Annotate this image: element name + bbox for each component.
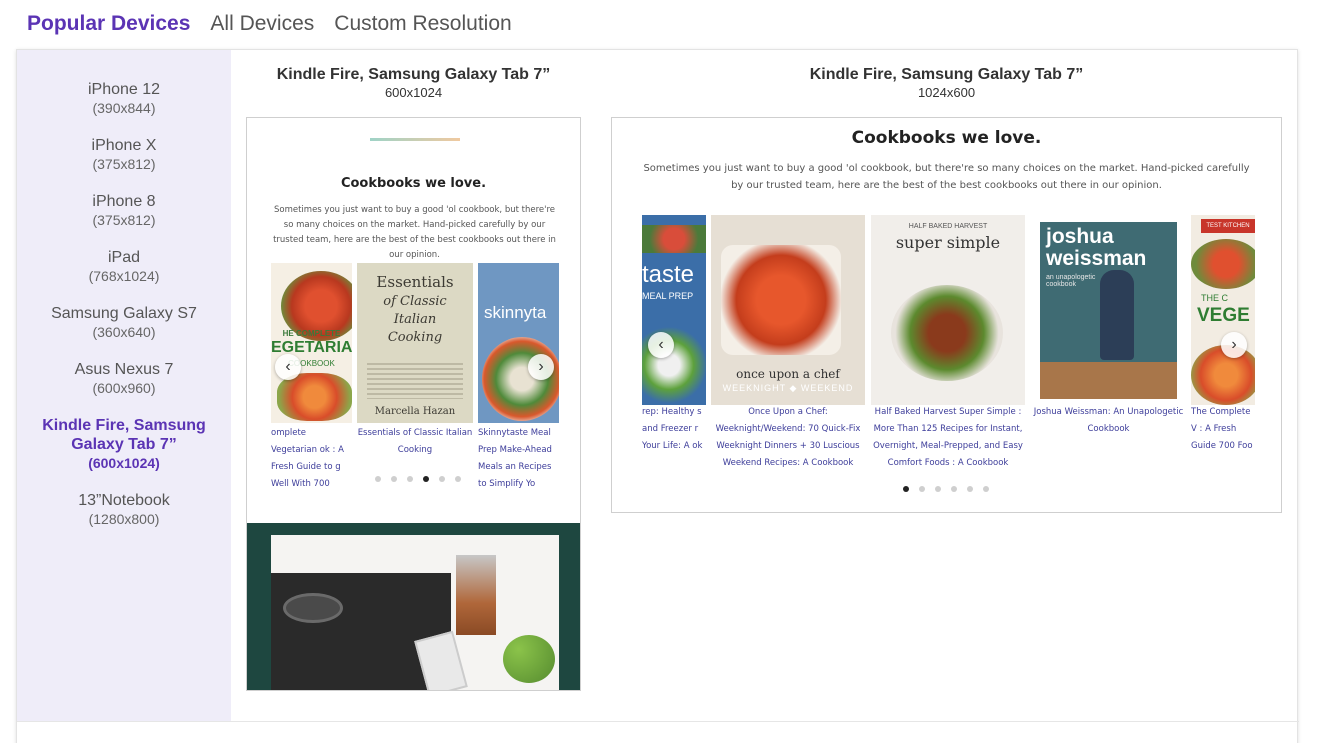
cover-title: Essentials xyxy=(376,273,454,291)
device-name: iPhone 8 xyxy=(92,193,156,210)
cookbooks-heading: Cookbooks we love. xyxy=(851,128,1042,148)
cover-title: skinnyta xyxy=(484,303,547,322)
book-caption-link[interactable]: rep: Healthy s and Freezer r Your Life: … xyxy=(642,404,706,455)
kitchen-photo xyxy=(271,535,559,690)
cover-title: once upon a chef xyxy=(736,367,840,381)
carousel-dot-active[interactable] xyxy=(903,486,909,492)
carousel-next-button[interactable]: › xyxy=(528,354,554,380)
chevron-right-icon: › xyxy=(1231,336,1237,353)
device-item-samsung-galaxy-s7[interactable]: Samsung Galaxy S7 (360x640) xyxy=(17,304,231,341)
book-cover[interactable]: HALF BAKED HARVEST super simple xyxy=(871,215,1025,405)
frame-resolution: 1024x600 xyxy=(917,85,976,100)
cover-author: Marcella Hazan xyxy=(374,406,456,417)
book-cover[interactable]: once upon a chef WEEKNIGHT ◆ WEEKEND xyxy=(711,215,865,405)
device-resolution: (360x640) xyxy=(92,324,156,340)
device-name: Asus Nexus 7 xyxy=(74,361,174,378)
carousel-dot[interactable] xyxy=(967,486,973,492)
device-item-iphone-8[interactable]: iPhone 8 (375x812) xyxy=(17,192,231,229)
device-item-ipad[interactable]: iPad (768x1024) xyxy=(17,248,231,285)
cookbooks-heading: Cookbooks we love. xyxy=(340,176,487,191)
device-resolution: (390x844) xyxy=(92,100,156,116)
device-name: iPhone X xyxy=(91,137,157,154)
device-resolution: (768x1024) xyxy=(88,268,160,284)
cover-title: VEGE xyxy=(1197,305,1250,326)
cover-sub: MEAL PREP xyxy=(642,291,694,301)
hero-section xyxy=(247,523,580,690)
chevron-left-icon: ‹ xyxy=(285,358,291,375)
book-caption-link[interactable]: The Complete V : A Fresh Guide 700 Foo xyxy=(1191,404,1255,455)
cover-text: HALF BAKED HARVEST xyxy=(908,223,988,230)
book-cover[interactable]: TEST KITCHEN THE C VEGE xyxy=(1191,215,1255,405)
device-name: Kindle Fire, Samsung Galaxy Tab 7” xyxy=(42,417,206,453)
book-cover[interactable]: skinnyta xyxy=(478,263,559,423)
carousel-pagination xyxy=(375,476,461,482)
book-cover[interactable]: HE COMPLETE EGETARIAN COOKBOOK xyxy=(271,263,352,423)
device-name: iPad xyxy=(107,249,141,266)
frame-device-name: Kindle Fire, Samsung Galaxy Tab 7” xyxy=(276,66,551,83)
carousel-dot[interactable] xyxy=(439,476,445,482)
device-name: Samsung Galaxy S7 xyxy=(51,305,197,322)
book-caption-link[interactable]: Skinnytaste Meal Prep Make-Ahead Meals a… xyxy=(478,425,559,493)
device-item-iphone-12[interactable]: iPhone 12 (390x844) xyxy=(17,80,231,117)
book-caption-link[interactable]: omplete Vegetarian ok : A Fresh Guide to… xyxy=(271,425,352,493)
book-cover[interactable]: taste MEAL PREP xyxy=(642,215,706,405)
device-resolution: (600x1024) xyxy=(88,455,160,471)
book-cover[interactable]: joshua weissman an unapologetic cookbook xyxy=(1040,222,1177,399)
carousel-dot[interactable] xyxy=(407,476,413,482)
carousel-prev-button[interactable]: ‹ xyxy=(275,354,301,380)
carousel-dot[interactable] xyxy=(375,476,381,482)
carousel-dot-active[interactable] xyxy=(423,476,429,482)
portrait-preview-frame[interactable]: Cookbooks we love. Sometimes you just wa… xyxy=(246,117,581,691)
book-caption-link[interactable]: Once Upon a Chef: Weeknight/Weekend: 70 … xyxy=(711,404,865,472)
carousel-dot[interactable] xyxy=(935,486,941,492)
frame-device-name: Kindle Fire, Samsung Galaxy Tab 7” xyxy=(809,66,1084,83)
device-item-kindle-fire[interactable]: Kindle Fire, Samsung Galaxy Tab 7” (600x… xyxy=(17,416,231,472)
carousel-dot[interactable] xyxy=(391,476,397,482)
book-caption-link[interactable]: Essentials of Classic Italian Cooking xyxy=(357,425,473,459)
device-resolution: (375x812) xyxy=(92,156,156,172)
device-resolution: (1280x800) xyxy=(88,511,160,527)
chevron-left-icon: ‹ xyxy=(658,336,664,353)
book-cover[interactable]: Essentials of Classic Italian Cooking Ma… xyxy=(357,263,473,423)
cover-subtitle: of Classic Italian Cooking xyxy=(383,294,447,345)
tab-popular-devices[interactable]: Popular Devices xyxy=(27,12,190,36)
device-name: 13”Notebook xyxy=(78,492,170,509)
preview-panel: iPhone 12 (390x844) iPhone X (375x812) i… xyxy=(16,49,1299,743)
cover-sub: THE C xyxy=(1201,293,1228,303)
carousel-dot[interactable] xyxy=(983,486,989,492)
device-item-asus-nexus-7[interactable]: Asus Nexus 7 (600x960) xyxy=(17,360,231,397)
carousel-dot[interactable] xyxy=(455,476,461,482)
book-caption-link[interactable]: Joshua Weissman: An Unapologetic Cookboo… xyxy=(1030,404,1187,438)
book-caption-link[interactable]: Half Baked Harvest Super Simple : More T… xyxy=(871,404,1025,472)
tab-all-devices[interactable]: All Devices xyxy=(210,12,314,36)
cover-title: super simple xyxy=(895,233,1001,252)
cover-title: taste xyxy=(642,261,695,288)
cookbooks-description: Sometimes you just want to buy a good 'o… xyxy=(643,163,1250,191)
panel-divider xyxy=(17,721,1299,722)
portrait-frame-title: Kindle Fire, Samsung Galaxy Tab 7” 600x1… xyxy=(246,65,581,101)
device-resolution: (600x960) xyxy=(92,380,156,396)
chevron-right-icon: › xyxy=(538,358,544,375)
carousel-dot[interactable] xyxy=(951,486,957,492)
cover-sub: WEEKNIGHT ◆ WEEKEND xyxy=(722,383,854,393)
tab-custom-resolution[interactable]: Custom Resolution xyxy=(334,12,511,36)
cover-badge: TEST KITCHEN xyxy=(1201,219,1255,233)
landscape-frame-title: Kindle Fire, Samsung Galaxy Tab 7” 1024x… xyxy=(611,65,1282,101)
device-name: iPhone 12 xyxy=(87,81,161,98)
device-item-13-notebook[interactable]: 13”Notebook (1280x800) xyxy=(17,491,231,528)
device-tabs: Popular Devices All Devices Custom Resol… xyxy=(27,12,512,36)
carousel-dot[interactable] xyxy=(919,486,925,492)
cover-text: HE COMPLETE xyxy=(282,329,341,338)
device-resolution: (375x812) xyxy=(92,212,156,228)
cookbooks-description: Sometimes you just want to buy a good 'o… xyxy=(273,205,556,260)
accent-divider xyxy=(370,138,460,141)
device-item-iphone-x[interactable]: iPhone X (375x812) xyxy=(17,136,231,173)
carousel-next-button[interactable]: › xyxy=(1221,332,1247,358)
carousel-pagination xyxy=(903,486,989,492)
device-sidebar: iPhone 12 (390x844) iPhone X (375x812) i… xyxy=(17,50,231,721)
carousel-prev-button[interactable]: ‹ xyxy=(648,332,674,358)
frame-resolution: 600x1024 xyxy=(384,85,443,100)
landscape-preview-frame[interactable]: Cookbooks we love. Sometimes you just wa… xyxy=(611,117,1282,513)
cover-title: joshua weissman xyxy=(1046,225,1147,270)
